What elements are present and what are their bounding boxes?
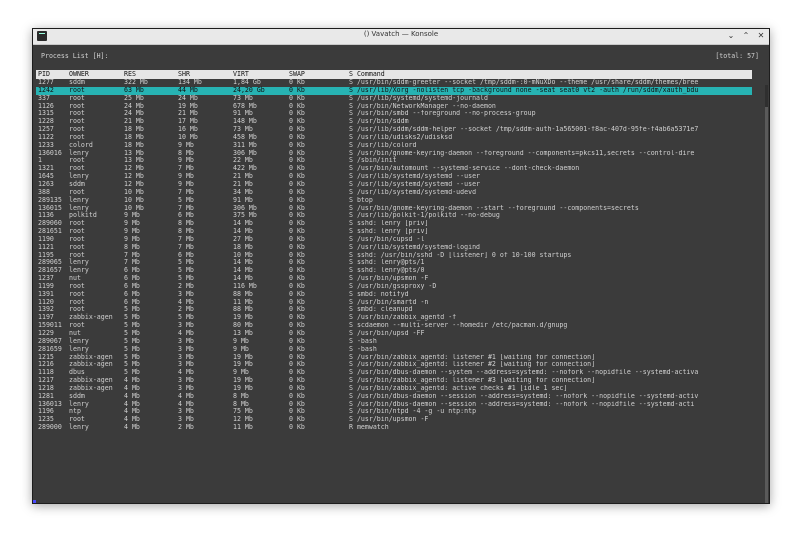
swap-cell: 0 Kb	[289, 423, 305, 432]
command-cell: S sshd: lenry@pts/1	[349, 259, 425, 267]
command-cell: S /usr/bin/smartd -n	[349, 298, 429, 306]
process-row[interactable]: 289060 root 9 Mb 8 Mb 14 Mb 0 Kb S sshd: lenry…	[36, 219, 752, 228]
process-row[interactable]: 281657 lenry 6 Mb 5 Mb 14 Mb 0 Kb S sshd: lenr…	[36, 266, 752, 275]
command-cell: S /usr/lib/Xorg -nolisten tcp -backgroun…	[349, 86, 699, 94]
process-row[interactable]: 1195 root 7 Mb 6 Mb 10 Mb 0 Kb S sshd: /usr/bi…	[36, 251, 752, 260]
command-cell: S /usr/bin/cupsd -l	[349, 235, 425, 243]
command-cell: S scdaemon --multi-server --homedir /etc…	[349, 322, 568, 330]
column-header-command[interactable]: S Command	[349, 70, 752, 79]
command-cell: S /usr/bin/gnome-keyring-daemon --foregr…	[349, 149, 695, 157]
shr-cell: 2 Mb	[178, 423, 194, 432]
command-cell: S /usr/bin/upsmon -F	[349, 275, 429, 283]
command-cell: S /usr/bin/dbus-daemon --session --addre…	[349, 392, 699, 400]
command-cell: S /usr/lib/colord	[349, 141, 417, 149]
scrollbar[interactable]	[765, 85, 768, 503]
command-cell: S /usr/lib/polkit-1/polkitd --no-debug	[349, 212, 500, 220]
command-cell: S /usr/bin/dbus-daemon --system --addres…	[349, 369, 699, 377]
process-row[interactable]: 1215 zabbix-agen 5 Mb 3 Mb 19 Mb 0 Kb S /usr/b…	[36, 353, 752, 362]
command-cell: S /usr/bin/zabbix_agentd -f	[349, 314, 457, 322]
close-button[interactable]: ✕	[757, 30, 765, 42]
pid-cell: 136016	[38, 148, 62, 157]
command-cell: S /usr/bin/zabbix_agentd: active checks …	[349, 384, 568, 392]
process-row[interactable]: 1190 root 9 Mb 7 Mb 27 Mb 0 Kb S /usr/bin/cups…	[36, 235, 752, 244]
command-cell: S /usr/bin/NetworkManager --no-daemon	[349, 102, 496, 110]
process-row[interactable]: 1118 dbus 5 Mb 4 Mb 9 Mb 0 Kb S /usr/bin/dbus-…	[36, 368, 752, 377]
process-total: [total: 57]	[715, 52, 759, 60]
process-list-title: Process List [H]:	[41, 52, 109, 60]
process-table-body: 1277 sddm 322 Mb 134 Mb 1,84 Gb 0 Kb S /usr/bi…	[36, 78, 752, 432]
process-row[interactable]: 281659 lenry 5 Mb 3 Mb 9 Mb 0 Kb S -bash	[36, 345, 752, 354]
process-row[interactable]: 1218 zabbix-agen 4 Mb 3 Mb 19 Mb 0 Kb S /usr/b…	[36, 384, 752, 393]
command-cell: S sshd: lenry [priv]	[349, 220, 429, 228]
process-row[interactable]: 289067 lenry 5 Mb 3 Mb 9 Mb 0 Kb S -bash	[36, 337, 752, 346]
command-cell: S -bash	[349, 345, 377, 353]
process-row[interactable]: 1136 polkitd 9 Mb 6 Mb 375 Mb 0 Kb S /usr/lib/…	[36, 211, 752, 220]
window-titlebar[interactable]: () Vavatch — Konsole ⌄ ⌃ ✕	[33, 29, 769, 45]
process-row[interactable]: 1217 zabbix-agen 4 Mb 3 Mb 19 Mb 0 Kb S /usr/b…	[36, 376, 752, 385]
command-cell: S /usr/lib/udisks2/udisksd	[349, 133, 453, 141]
process-row[interactable]: 1237 nut 6 Mb 5 Mb 14 Mb 0 Kb S /usr/bin/upsmo…	[36, 274, 752, 283]
res-cell: 4 Mb	[124, 423, 140, 432]
process-row[interactable]: 289000 lenry 4 Mb 2 Mb 11 Mb 0 Kb R memwatch	[36, 423, 752, 432]
command-cell: S smbd: cleanupd	[349, 306, 413, 314]
process-row[interactable]: 1281 sddm 4 Mb 4 Mb 8 Mb 0 Kb S /usr/bin/dbus-…	[36, 392, 752, 401]
cursor-marker	[33, 500, 36, 503]
virt-cell: 11 Mb	[233, 423, 253, 432]
command-cell: S /usr/lib/sddm/sddm-helper --socket /tm…	[349, 126, 699, 134]
command-cell: S /usr/bin/smbd --foreground --no-proces…	[349, 110, 536, 118]
command-cell: S /usr/lib/systemd/systemd-journald	[349, 94, 488, 102]
process-row[interactable]: 281651 root 9 Mb 8 Mb 14 Mb 0 Kb S sshd: lenry…	[36, 227, 752, 236]
command-cell: S /usr/bin/sddm	[349, 118, 409, 126]
command-cell: S sshd: lenry [priv]	[349, 228, 429, 236]
command-cell: S /usr/bin/gnome-keyring-daemon --start …	[349, 204, 639, 212]
process-row[interactable]: 1197 zabbix-agen 5 Mb 5 Mb 19 Mb 0 Kb S /usr/b…	[36, 313, 752, 322]
process-row[interactable]: 1199 root 6 Mb 2 Mb 116 Mb 0 Kb S /usr/bin/gss…	[36, 282, 752, 291]
command-cell: S /usr/lib/systemd/systemd --user	[349, 173, 481, 181]
command-cell: S /usr/bin/upsd -FF	[349, 330, 425, 337]
process-row[interactable]: 1235 root 4 Mb 3 Mb 12 Mb 0 Kb S /usr/bin/upsm…	[36, 415, 752, 424]
maximize-button[interactable]: ⌃	[742, 30, 750, 42]
command-cell: S btop	[349, 196, 373, 204]
command-cell: S -bash	[349, 337, 377, 345]
process-row[interactable]: 1392 root 5 Mb 2 Mb 88 Mb 0 Kb S smbd: cleanup…	[36, 306, 752, 314]
process-row[interactable]: 1229 nut 5 Mb 4 Mb 13 Mb 0 Kb S /usr/bin/upsd …	[36, 329, 752, 338]
process-row[interactable]: 1121 root 8 Mb 7 Mb 18 Mb 0 Kb S /usr/lib/syst…	[36, 243, 752, 252]
command-cell: S /usr/bin/dbus-daemon --session --addre…	[349, 400, 695, 408]
command-cell: S /usr/bin/ntpd -4 -g -u ntp:ntp	[349, 408, 477, 416]
command-cell: S smbd: notifyd	[349, 290, 409, 298]
command-cell: S /usr/lib/systemd/systemd-udevd	[349, 188, 477, 196]
process-row[interactable]: 159011 root 5 Mb 3 Mb 80 Mb 0 Kb S scdaemon --…	[36, 321, 752, 330]
command-cell: R memwatch	[349, 424, 389, 432]
process-row[interactable]: 136013 lenry 4 Mb 4 Mb 8 Mb 0 Kb S /usr/bin/db…	[36, 400, 752, 409]
process-row[interactable]: 289065 lenry 7 Mb 5 Mb 14 Mb 0 Kb S sshd: lenr…	[36, 259, 752, 267]
command-cell: S /usr/bin/upsmon -F	[349, 416, 429, 424]
command-cell: S /sbin/init	[349, 157, 397, 165]
command-cell: S /usr/bin/zabbix_agentd: listener #3 [w…	[349, 377, 596, 385]
terminal-area[interactable]: Process List [H]: [total: 57] PID OWNER …	[33, 45, 769, 503]
process-row[interactable]: 1216 zabbix-agen 5 Mb 3 Mb 19 Mb 0 Kb S /usr/b…	[36, 361, 752, 369]
process-row[interactable]: 1196 ntp 4 Mb 3 Mb 75 Mb 0 Kb S /usr/bin/ntpd …	[36, 408, 752, 416]
pid-cell: 289000	[38, 423, 62, 432]
command-cell: S /usr/bin/zabbix_agentd: listener #2 [w…	[349, 361, 596, 369]
process-row[interactable]: 1391 root 6 Mb 3 Mb 88 Mb 0 Kb S smbd: notifyd	[36, 290, 752, 299]
process-row[interactable]: 136015 lenry 10 Mb 7 Mb 306 Mb 0 Kb S /usr/bin…	[36, 204, 752, 213]
minimize-button[interactable]: ⌄	[727, 30, 735, 42]
command-cell: S sshd: lenry@pts/0	[349, 267, 425, 275]
konsole-window: () Vavatch — Konsole ⌄ ⌃ ✕ Process List …	[32, 28, 770, 504]
command-cell: S /usr/bin/automount --systemd-service -…	[349, 165, 580, 173]
command-cell: S /usr/lib/systemd/systemd-logind	[349, 243, 481, 251]
command-cell: S /usr/lib/systemd/systemd --user	[349, 180, 481, 188]
command-cell: S /usr/bin/sddm-greeter --socket /tmp/sd…	[349, 79, 699, 86]
scrollbar-thumb[interactable]	[765, 107, 768, 503]
owner-cell: lenry	[69, 423, 89, 432]
window-title: () Vavatch — Konsole	[363, 30, 439, 38]
command-cell: S /usr/bin/gssproxy -D	[349, 282, 437, 290]
command-cell: S sshd: /usr/bin/sshd -D [listener] 0 of…	[349, 251, 572, 259]
process-row[interactable]: 1120 root 6 Mb 4 Mb 11 Mb 0 Kb S /usr/bin/smar…	[36, 298, 752, 307]
command-cell: S /usr/bin/zabbix_agentd: listener #1 [w…	[349, 353, 596, 361]
